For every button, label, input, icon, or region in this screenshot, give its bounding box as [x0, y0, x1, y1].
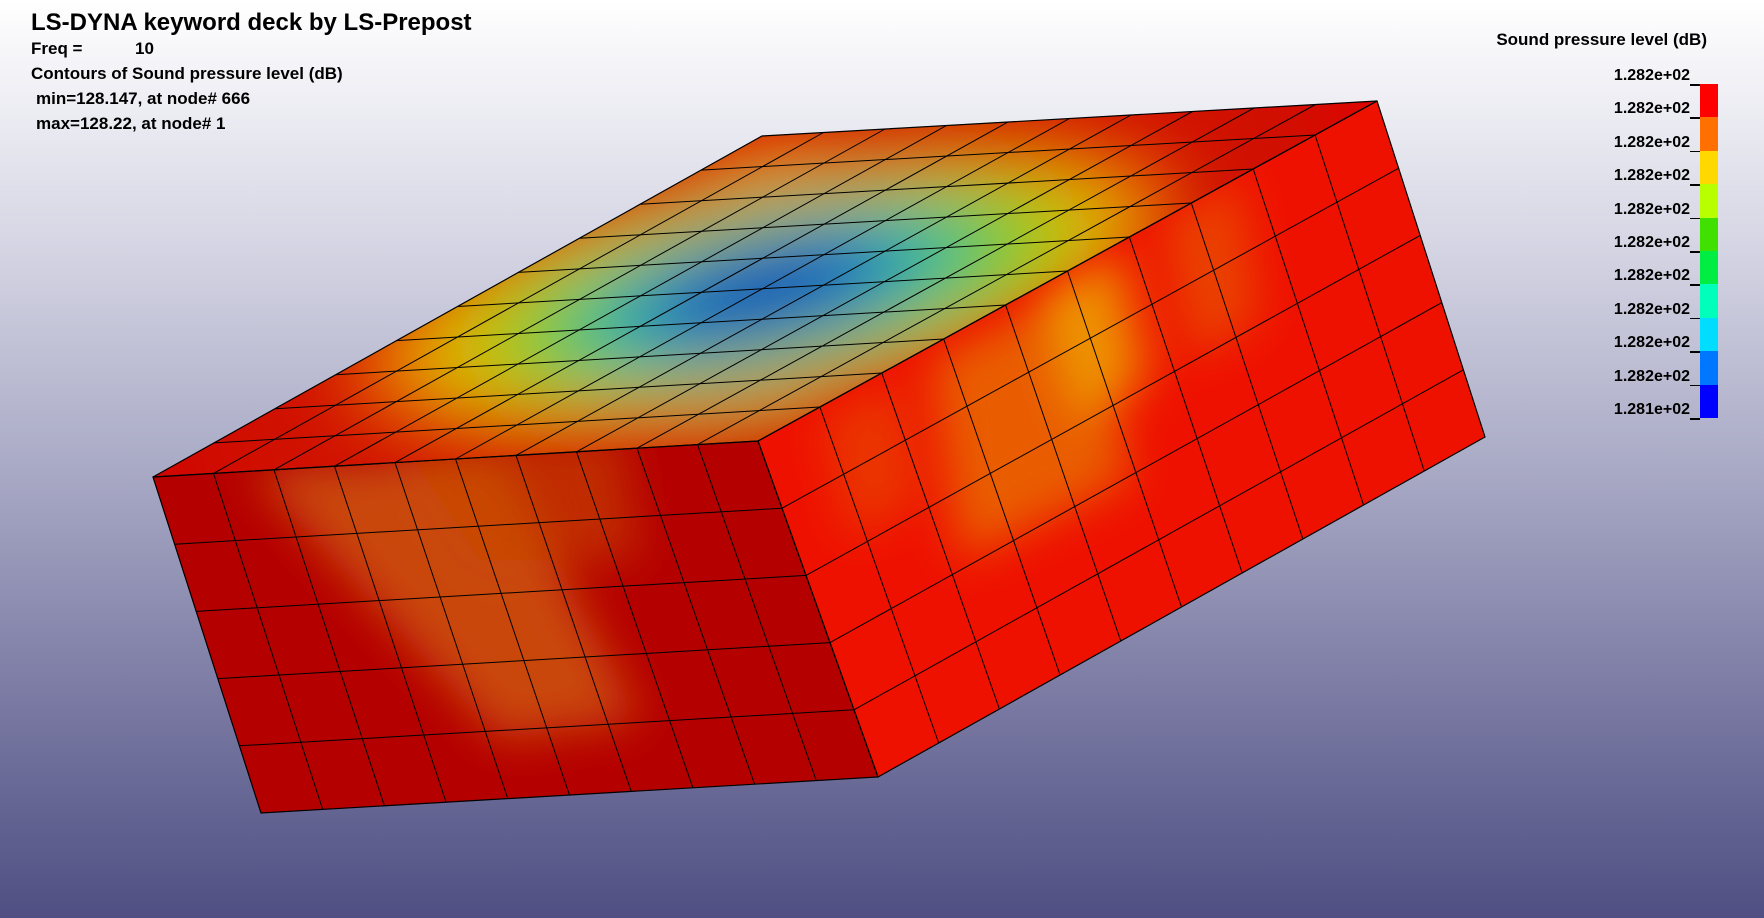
model-title: LS-DYNA keyword deck by LS-Prepost	[31, 9, 472, 36]
legend-swatch	[1700, 251, 1718, 285]
legend-label: 1.282e+02	[1613, 300, 1690, 318]
legend-label: 1.282e+02	[1613, 133, 1690, 151]
legend-tick	[1690, 84, 1700, 86]
legend-swatch	[1700, 384, 1718, 419]
legend-swatch	[1700, 217, 1718, 252]
legend-swatch	[1700, 117, 1718, 152]
legend-label: 1.281e+02	[1613, 401, 1690, 418]
legend-tick	[1690, 150, 1700, 153]
front-face	[153, 441, 878, 813]
legend-tick	[1690, 284, 1700, 286]
legend-label: 1.282e+02	[1613, 267, 1690, 285]
legend-tick	[1690, 251, 1700, 253]
legend-tick	[1690, 317, 1700, 320]
legend-label: 1.282e+02	[1613, 100, 1690, 118]
max-value: max=128.22, at node# 1	[36, 114, 226, 133]
legend-swatch	[1700, 317, 1718, 352]
legend-swatch	[1700, 284, 1718, 319]
legend-label: 1.282e+02	[1613, 167, 1690, 185]
contour-hot-corner-1	[700, 106, 820, 166]
legend-tick	[1690, 384, 1700, 387]
legend-label: 1.282e+02	[1613, 200, 1690, 218]
legend-title: Sound pressure level (dB)	[1496, 30, 1707, 49]
legend-swatch	[1700, 184, 1718, 219]
freq-label: Freq =	[31, 39, 83, 58]
legend-label: 1.282e+02	[1613, 234, 1690, 251]
legend-tick	[1690, 351, 1700, 353]
legend-swatch	[1700, 150, 1718, 185]
min-value: min=128.147, at node# 666	[36, 89, 251, 108]
legend-tick	[1690, 418, 1700, 420]
model-viewport[interactable]	[0, 0, 1764, 918]
legend-tick	[1690, 117, 1700, 119]
legend-tick	[1690, 184, 1700, 186]
legend-label: 1.282e+02	[1613, 367, 1690, 385]
legend-tick	[1690, 217, 1700, 220]
legend-label: 1.282e+02	[1613, 67, 1690, 84]
legend-swatch	[1700, 84, 1718, 118]
legend-swatch	[1700, 351, 1718, 386]
contour-label: Contours of Sound pressure level (dB)	[31, 64, 343, 83]
legend-label: 1.282e+02	[1613, 334, 1690, 352]
freq-value: 10	[135, 39, 154, 58]
